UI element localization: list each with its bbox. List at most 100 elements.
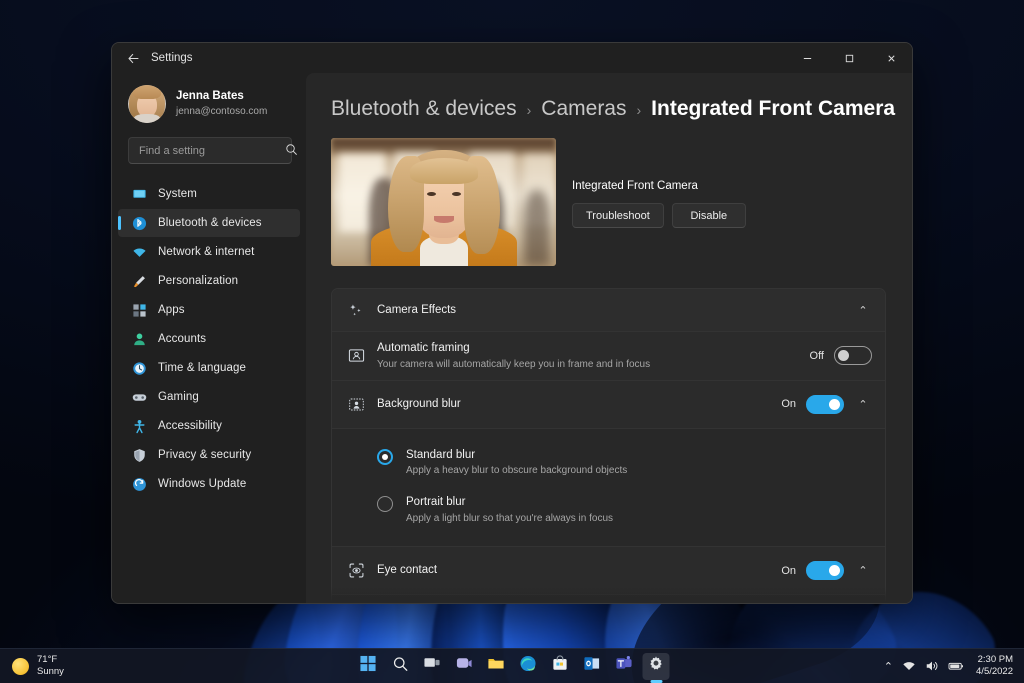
account-tile[interactable]: Jenna Bates jenna@contoso.com: [112, 73, 306, 133]
automatic-framing-row[interactable]: Automatic framing Your camera will autom…: [332, 331, 885, 380]
radio-unselected-icon[interactable]: [377, 496, 393, 512]
sidebar-item-label: Apps: [158, 304, 185, 316]
outlook-button[interactable]: [579, 653, 606, 680]
task-view-icon: [424, 655, 441, 677]
clock-time: 2:30 PM: [976, 654, 1013, 666]
window-title: Settings: [151, 52, 193, 64]
sidebar-item-accounts[interactable]: Accounts: [118, 325, 300, 353]
standard-blur-title: Standard blur: [406, 447, 627, 464]
minimize-button[interactable]: [786, 43, 828, 73]
task-view-button[interactable]: [419, 653, 446, 680]
sidebar-item-apps[interactable]: Apps: [118, 296, 300, 324]
automatic-framing-toggle[interactable]: [834, 346, 872, 365]
settings-button[interactable]: [643, 653, 670, 680]
chevron-up-icon[interactable]: ⌃: [854, 398, 872, 411]
search-box[interactable]: [128, 137, 292, 164]
sidebar-item-label: Gaming: [158, 391, 199, 403]
weather-widget[interactable]: 71°F Sunny: [0, 654, 64, 678]
paintbrush-icon: [131, 273, 147, 289]
eye-contact-state: On: [781, 565, 796, 577]
sidebar-item-time-language[interactable]: Time & language: [118, 354, 300, 382]
maximize-button[interactable]: [828, 43, 870, 73]
sidebar-item-gaming[interactable]: Gaming: [118, 383, 300, 411]
eye-contact-title: Eye contact: [377, 562, 769, 579]
sidebar-item-bluetooth-devices[interactable]: Bluetooth & devices: [118, 209, 300, 237]
settings-window: Settings: [111, 42, 913, 604]
search-container: [112, 133, 306, 176]
chevron-up-icon[interactable]: ⌃: [854, 304, 872, 317]
avatar: [128, 85, 166, 123]
clock-date: 4/5/2022: [976, 666, 1013, 678]
automatic-framing-state: Off: [810, 350, 824, 362]
sidebar-item-label: Accounts: [158, 333, 206, 345]
automatic-framing-title: Automatic framing: [377, 340, 798, 357]
sidebar: Jenna Bates jenna@contoso.com: [112, 73, 306, 603]
chat-button[interactable]: [451, 653, 478, 680]
breadcrumb-cameras[interactable]: Cameras: [541, 97, 626, 121]
outlook-mail-icon: [584, 655, 601, 677]
close-button[interactable]: [870, 43, 912, 73]
eye-contact-options: Standard Make eye contact even when you'…: [332, 594, 885, 603]
teams-icon: [616, 655, 633, 677]
search-icon: [392, 656, 408, 677]
portrait-blur-option[interactable]: Portrait blur Apply a light blur so that…: [332, 486, 885, 534]
sidebar-item-system[interactable]: System: [118, 180, 300, 208]
troubleshoot-button[interactable]: Troubleshoot: [572, 203, 664, 228]
system-tray: ⌃ 2:30 PM 4/5/2022: [884, 654, 1024, 679]
folder-icon: [488, 655, 505, 677]
background-blur-toggle[interactable]: [806, 395, 844, 414]
sidebar-item-label: Windows Update: [158, 478, 246, 490]
sun-icon: [12, 658, 29, 675]
disable-button[interactable]: Disable: [672, 203, 746, 228]
clock-icon: [131, 360, 147, 376]
camera-effects-card: Camera Effects ⌃ Aut: [331, 288, 886, 603]
battery-icon[interactable]: [948, 659, 964, 673]
start-button[interactable]: [355, 653, 382, 680]
sidebar-item-windows-update[interactable]: Windows Update: [118, 470, 300, 498]
page-title: Integrated Front Camera: [651, 97, 895, 121]
sidebar-item-network-internet[interactable]: Network & internet: [118, 238, 300, 266]
system-monitor-icon: [131, 186, 147, 202]
edge-button[interactable]: [515, 653, 542, 680]
windows-logo-icon: [360, 655, 377, 677]
standard-blur-subtitle: Apply a heavy blur to obscure background…: [406, 463, 627, 478]
background-blur-icon: [347, 395, 365, 413]
sidebar-item-label: Personalization: [158, 275, 238, 287]
minimize-icon: [802, 53, 813, 64]
camera-effects-header[interactable]: Camera Effects ⌃: [332, 289, 885, 331]
sidebar-item-personalization[interactable]: Personalization: [118, 267, 300, 295]
background-blur-row[interactable]: Background blur On ⌃: [332, 380, 885, 428]
search-icon: [285, 143, 298, 159]
search-button[interactable]: [387, 653, 414, 680]
teams-button[interactable]: [611, 653, 638, 680]
clock[interactable]: 2:30 PM 4/5/2022: [973, 654, 1013, 679]
close-icon: [886, 53, 897, 64]
weather-temperature: 71°F: [37, 654, 64, 666]
wifi-icon[interactable]: [902, 659, 916, 673]
back-arrow-icon: [127, 52, 140, 65]
chevron-up-icon[interactable]: ⌃: [854, 564, 872, 577]
chat-video-icon: [456, 655, 473, 677]
camera-actions: Troubleshoot Disable: [572, 203, 746, 228]
back-button[interactable]: [119, 45, 147, 71]
eye-contact-row[interactable]: Eye contact On ⌃: [332, 546, 885, 594]
microsoft-store-button[interactable]: [547, 653, 574, 680]
breadcrumb-root[interactable]: Bluetooth & devices: [331, 97, 517, 121]
background-blur-options: Standard blur Apply a heavy blur to obsc…: [332, 428, 885, 546]
edge-browser-icon: [520, 655, 537, 677]
sidebar-item-label: Accessibility: [158, 420, 222, 432]
sidebar-item-privacy-security[interactable]: Privacy & security: [118, 441, 300, 469]
radio-selected-icon[interactable]: [377, 449, 393, 465]
gear-icon: [648, 655, 665, 677]
window-titlebar[interactable]: Settings: [112, 43, 912, 73]
tray-chevron-up-icon[interactable]: ⌃: [884, 660, 893, 673]
search-input[interactable]: [139, 145, 281, 157]
breadcrumb-separator-2: ›: [637, 102, 642, 118]
sidebar-item-accessibility[interactable]: Accessibility: [118, 412, 300, 440]
file-explorer-button[interactable]: [483, 653, 510, 680]
eye-contact-toggle[interactable]: [806, 561, 844, 580]
standard-blur-option[interactable]: Standard blur Apply a heavy blur to obsc…: [332, 439, 885, 487]
speaker-icon[interactable]: [925, 659, 939, 673]
person-in-frame-icon: [347, 347, 365, 365]
sparkle-effects-icon: [347, 301, 365, 319]
